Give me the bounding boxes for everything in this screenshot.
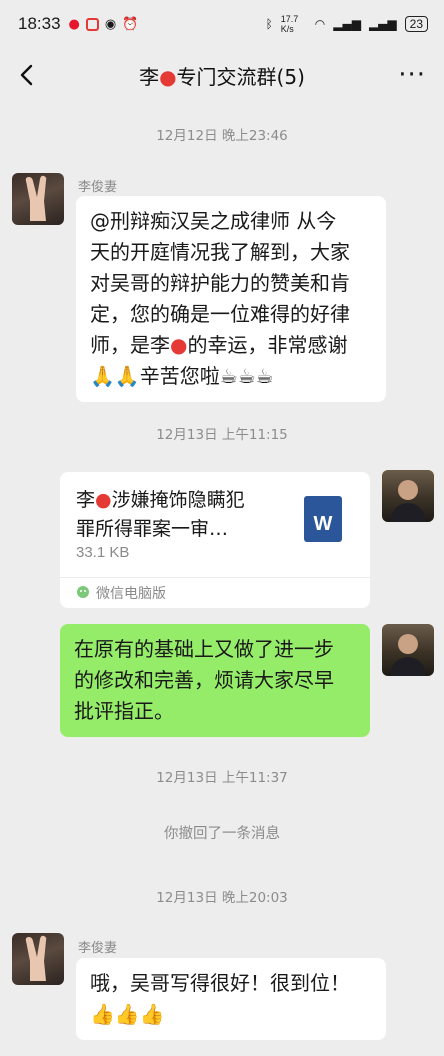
divider	[60, 577, 370, 578]
signal-icon-2: ▂▄▆	[368, 17, 397, 31]
weibo-icon: ●	[68, 16, 80, 32]
file-source: 微信电脑版	[96, 586, 166, 602]
status-app-icons: ● ◉ ⏰	[69, 17, 139, 32]
chat-title-prefix: 李	[139, 64, 160, 89]
timestamp: 12月12日 晚上23:46	[156, 128, 288, 144]
message-line: 🙏🙏辛苦您啦☕☕☕	[90, 364, 274, 388]
message-line: 在原有的基础上又做了进一步	[74, 637, 334, 661]
chat-title: 李●专门交流群(5)	[139, 61, 305, 90]
more-options-button[interactable]: ···	[398, 60, 426, 90]
victory-hand-icon	[25, 175, 47, 221]
eye-icon: ◉	[104, 16, 117, 32]
word-document-icon: W	[304, 496, 342, 542]
file-name-line: 李●涉嫌掩饰隐瞒犯	[76, 486, 286, 515]
redaction-mark: ●	[159, 64, 177, 89]
file-name-text: 涉嫌掩饰隐瞒犯	[111, 489, 245, 511]
timestamp: 12月13日 晚上20:03	[156, 890, 288, 906]
net-speed: 17.7 K/s	[280, 14, 299, 34]
message-text: 师，是李	[90, 333, 170, 357]
alarm-icon: ⏰	[122, 16, 139, 32]
file-size: 33.1 KB	[76, 544, 130, 561]
back-arrow-icon[interactable]	[14, 61, 42, 89]
file-name: 李●涉嫌掩饰隐瞒犯 罪所得罪案一审…	[76, 486, 286, 544]
message-line: 批评指正。	[74, 699, 174, 723]
signal-icon-1: ▂▄▆	[333, 17, 361, 31]
status-system-icons: ᛒ 17.7 K/s ◠ ▂▄▆ ▂▄▆ 23	[266, 14, 428, 34]
message-line: 定，您的确是一位难得的好律	[90, 302, 350, 326]
message-text: 的幸运，非常感谢	[187, 333, 348, 357]
battery-icon: 23	[404, 16, 428, 32]
avatar-sender[interactable]	[12, 933, 64, 985]
redaction-mark: ●	[95, 489, 112, 511]
avatar-self[interactable]	[382, 470, 434, 522]
message-line: 👍👍👍	[90, 1002, 165, 1026]
portrait-icon	[390, 634, 426, 676]
chat-header: 李●专门交流群(5) ···	[0, 48, 444, 102]
wifi-icon: ◠	[314, 17, 326, 31]
timestamp: 12月13日 上午11:37	[156, 770, 288, 786]
message-line: 的修改和完善，烦请大家尽早	[74, 668, 334, 692]
timestamp: 12月13日 上午11:15	[156, 427, 288, 443]
message-line: @刑辩痴汉吴之成律师 从今	[90, 209, 337, 233]
message-line: 天的开庭情况我了解到，大家	[90, 240, 350, 264]
recall-notice: 你撤回了一条消息	[164, 826, 280, 842]
sender-name: 李俊妻	[78, 941, 118, 956]
file-name-line: 罪所得罪案一审…	[76, 518, 229, 540]
avatar-sender[interactable]	[12, 173, 64, 225]
message-bubble[interactable]: @刑辩痴汉吴之成律师 从今 天的开庭情况我了解到，大家 对吴哥的辩护能力的赞美和…	[76, 196, 386, 402]
message-bubble[interactable]: 哦，吴哥写得很好！很到位！ 👍👍👍	[76, 958, 386, 1040]
app-red-square-icon	[85, 17, 99, 31]
chat-title-suffix: 专门交流群(5)	[176, 64, 305, 89]
bluetooth-icon: ᛒ	[265, 17, 273, 31]
redaction-mark: ●	[170, 333, 188, 357]
wechat-pc-icon	[77, 586, 89, 598]
message-line: 哦，吴哥写得很好！很到位！	[90, 971, 350, 995]
status-bar: 18:33 ● ◉ ⏰ ᛒ 17.7 K/s ◠ ▂▄▆ ▂▄▆ 23	[0, 0, 444, 48]
portrait-icon	[390, 480, 426, 522]
victory-hand-icon	[25, 935, 47, 981]
message-bubble[interactable]: 在原有的基础上又做了进一步 的修改和完善，烦请大家尽早 批评指正。	[60, 624, 370, 737]
message-line: 对吴哥的辩护能力的赞美和肯	[90, 271, 350, 295]
file-name-text: 李	[76, 489, 96, 511]
avatar-self[interactable]	[382, 624, 434, 676]
file-message-card[interactable]: 李●涉嫌掩饰隐瞒犯 罪所得罪案一审… 33.1 KB W 微信电脑版	[60, 472, 370, 608]
status-time: 18:33	[18, 14, 61, 33]
sender-name: 李俊妻	[78, 180, 118, 195]
message-line: 师，是李●的幸运，非常感谢	[90, 330, 372, 361]
